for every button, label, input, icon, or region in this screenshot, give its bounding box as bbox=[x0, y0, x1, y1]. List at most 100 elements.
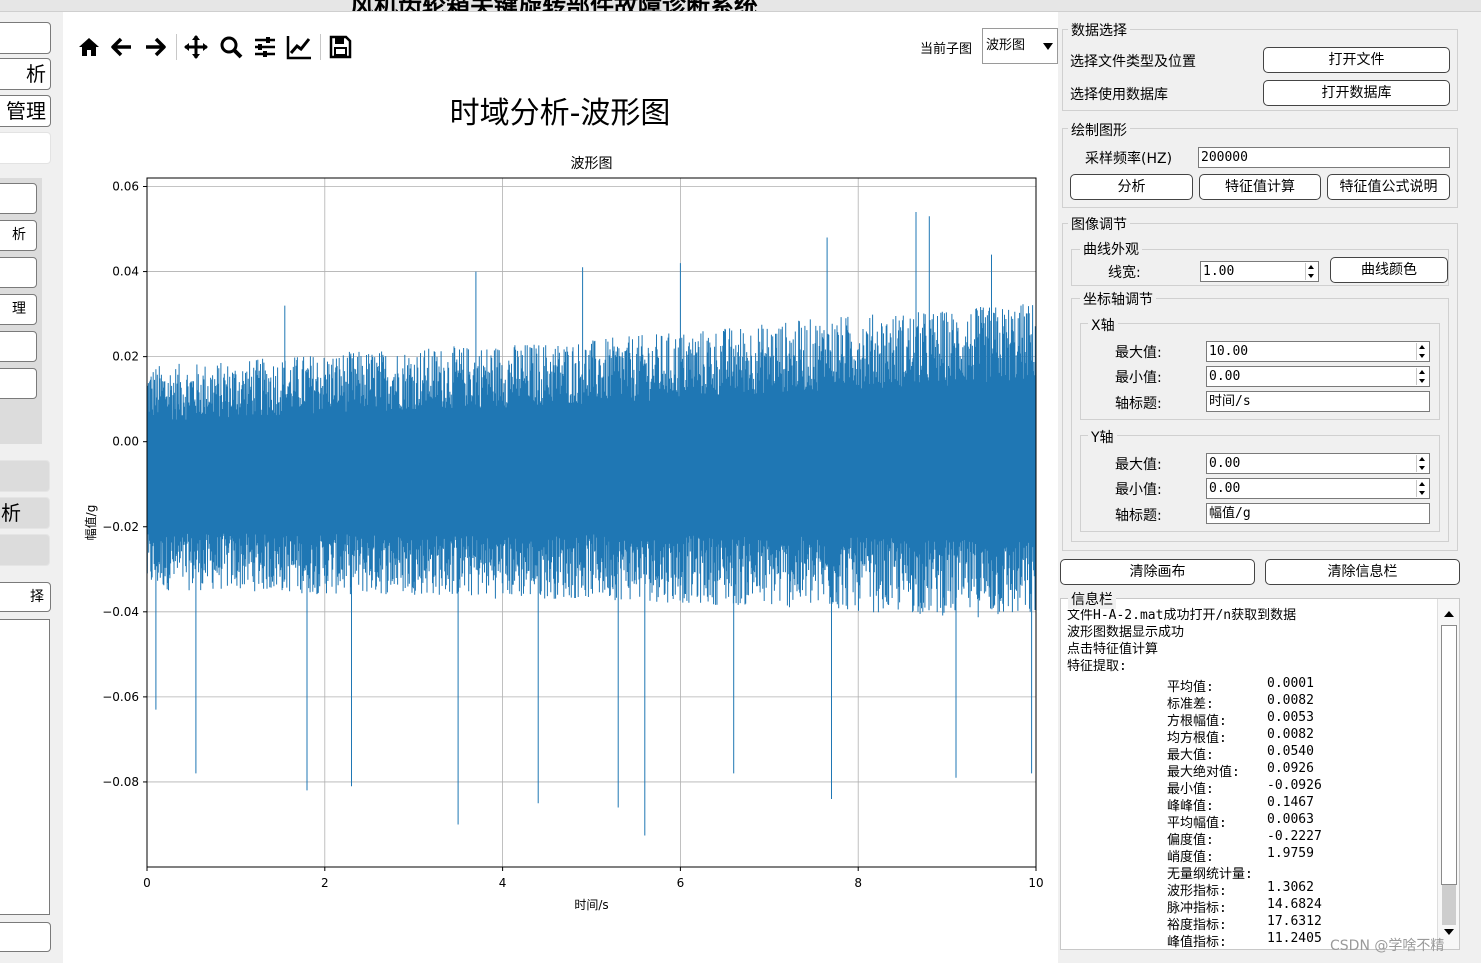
subnav-button-6[interactable] bbox=[0, 368, 37, 399]
home-icon[interactable] bbox=[76, 34, 102, 60]
feature-value: 0.0082 bbox=[1267, 693, 1314, 708]
axis-adjust-title: 坐标轴调节 bbox=[1080, 289, 1156, 309]
y-min-label: 最小值: bbox=[1115, 482, 1162, 498]
spin-arrows-icon[interactable] bbox=[1416, 455, 1428, 472]
x-axis-name-input[interactable]: 时间/s bbox=[1206, 391, 1430, 412]
line-width-value: 1.00 bbox=[1203, 264, 1235, 279]
feature-value: -0.2227 bbox=[1267, 829, 1322, 844]
scroll-down-icon[interactable] bbox=[1444, 929, 1454, 935]
nav-bottom-button[interactable] bbox=[0, 922, 51, 952]
chevron-down-icon bbox=[1043, 43, 1053, 50]
info-line: 文件H-A-2.mat成功打开/n获取到数据 bbox=[1067, 608, 1297, 623]
feature-value: 0.0063 bbox=[1267, 812, 1314, 827]
analyze-button[interactable]: 分析 bbox=[1070, 174, 1193, 200]
feature-value: 0.0540 bbox=[1267, 744, 1314, 759]
data-select-title: 数据选择 bbox=[1068, 20, 1130, 40]
current-subplot-label: 当前子图 bbox=[920, 42, 973, 57]
x-axis-group-title: X轴 bbox=[1088, 315, 1118, 335]
configure-subplots-icon[interactable] bbox=[252, 34, 278, 60]
nav-select-button[interactable]: 择 bbox=[0, 582, 51, 612]
spin-arrows-icon[interactable] bbox=[1416, 480, 1428, 497]
chart-title: 波形图 bbox=[571, 156, 613, 172]
feature-name: 峰值指标: bbox=[1167, 935, 1227, 950]
current-subplot-value: 波形图 bbox=[986, 38, 1026, 53]
feature-value: 11.2405 bbox=[1267, 931, 1322, 946]
pan-move-icon[interactable] bbox=[183, 34, 209, 60]
feature-calc-button[interactable]: 特征值计算 bbox=[1199, 174, 1321, 200]
image-adjust-title: 图像调节 bbox=[1068, 214, 1130, 234]
spin-arrows-icon[interactable] bbox=[1305, 263, 1317, 280]
waveform-chart: 0 2 4 6 8 10 0.06 0.04 0.02 0.00 −0.02 −0.04 −0.06 −0… bbox=[83, 156, 1044, 912]
info-panel-title: 信息栏 bbox=[1068, 589, 1116, 609]
subnav-button-management[interactable]: 理 bbox=[0, 294, 37, 325]
sample-rate-label: 采样频率(HZ) bbox=[1085, 151, 1173, 167]
sample-rate-input[interactable]: 200000 bbox=[1198, 147, 1450, 168]
scroll-up-icon[interactable] bbox=[1444, 611, 1454, 617]
y-min-value: 0.00 bbox=[1209, 481, 1241, 496]
spin-arrows-icon[interactable] bbox=[1416, 343, 1428, 360]
feature-value: 0.0082 bbox=[1267, 727, 1314, 742]
clear-canvas-button[interactable]: 清除画布 bbox=[1060, 559, 1255, 585]
subnav-button-3[interactable] bbox=[0, 257, 37, 288]
x-max-spinbox[interactable]: 10.00 bbox=[1206, 341, 1430, 362]
x-max-label: 最大值: bbox=[1115, 345, 1162, 361]
back-arrow-icon[interactable] bbox=[109, 34, 135, 60]
nav-button-4[interactable] bbox=[0, 132, 51, 164]
curve-appearance-title: 曲线外观 bbox=[1080, 239, 1142, 259]
toolbar-separator bbox=[320, 34, 321, 60]
subnav-button-1[interactable] bbox=[0, 183, 37, 214]
x-min-spinbox[interactable]: 0.00 bbox=[1206, 366, 1430, 387]
scroll-thumb[interactable] bbox=[1442, 885, 1456, 925]
y-axis-name-label: 轴标题: bbox=[1115, 508, 1162, 524]
draw-title: 绘制图形 bbox=[1068, 120, 1130, 140]
feature-value: 1.3062 bbox=[1267, 880, 1314, 895]
x-tick-label: 8 bbox=[854, 876, 862, 890]
window-title-bar: 风机齿轮箱关键旋转部件故障诊断系统 bbox=[0, 0, 1481, 12]
nav-button-analysis[interactable]: 析 bbox=[0, 58, 51, 90]
subnav-button-5[interactable] bbox=[0, 331, 37, 362]
y-max-label: 最大值: bbox=[1115, 457, 1162, 473]
database-label: 选择使用数据库 bbox=[1070, 87, 1168, 103]
spin-arrows-icon[interactable] bbox=[1416, 368, 1428, 385]
x-tick-label: 2 bbox=[321, 876, 329, 890]
info-scrollbar[interactable] bbox=[1437, 599, 1459, 949]
nav-gray-button-3[interactable] bbox=[0, 534, 50, 566]
nav-button-1[interactable] bbox=[0, 22, 51, 54]
info-panel[interactable]: 文件H-A-2.mat成功打开/n获取到数据 波形图数据显示成功 点击特征值计算… bbox=[1060, 598, 1460, 950]
x-tick-label: 4 bbox=[499, 876, 507, 890]
figure-suptitle: 时域分析-波形图 bbox=[449, 96, 671, 131]
info-line: 点击特征值计算 bbox=[1067, 642, 1159, 657]
line-width-label: 线宽: bbox=[1108, 265, 1141, 281]
y-tick-label: −0.08 bbox=[102, 775, 139, 789]
line-width-spinbox[interactable]: 1.00 bbox=[1200, 261, 1319, 282]
y-axis-group-title: Y轴 bbox=[1088, 427, 1117, 447]
nav-gray-button-analysis[interactable]: 析 bbox=[0, 497, 50, 529]
subnav-button-analysis[interactable]: 析 bbox=[0, 220, 37, 251]
curve-color-button[interactable]: 曲线颜色 bbox=[1330, 257, 1448, 283]
zoom-magnifier-icon[interactable] bbox=[218, 34, 244, 60]
open-file-button[interactable]: 打开文件 bbox=[1263, 47, 1450, 73]
edit-axes-icon[interactable] bbox=[286, 34, 312, 60]
current-subplot-select[interactable]: 波形图 bbox=[982, 28, 1058, 64]
y-max-spinbox[interactable]: 0.00 bbox=[1206, 453, 1430, 474]
open-database-button[interactable]: 打开数据库 bbox=[1263, 80, 1450, 106]
file-type-label: 选择文件类型及位置 bbox=[1070, 54, 1196, 70]
nav-gray-button-1[interactable] bbox=[0, 460, 50, 492]
y-tick-label: −0.06 bbox=[102, 690, 139, 704]
scroll-track[interactable] bbox=[1441, 625, 1457, 885]
y-tick-label: −0.04 bbox=[102, 605, 139, 619]
clear-info-button[interactable]: 清除信息栏 bbox=[1265, 559, 1460, 585]
y-axis-name-input[interactable]: 幅值/g bbox=[1206, 503, 1430, 524]
formula-explain-button[interactable]: 特征值公式说明 bbox=[1327, 174, 1450, 200]
feature-value: 0.0001 bbox=[1267, 676, 1314, 691]
forward-arrow-icon[interactable] bbox=[142, 34, 168, 60]
nav-button-management[interactable]: 管理 bbox=[0, 95, 51, 127]
save-figure-icon[interactable] bbox=[327, 34, 353, 60]
y-tick-label: 0.00 bbox=[112, 435, 139, 449]
feature-value: 14.6824 bbox=[1267, 897, 1322, 912]
y-min-spinbox[interactable]: 0.00 bbox=[1206, 478, 1430, 499]
watermark: CSDN @学啥不精 bbox=[1330, 938, 1445, 954]
feature-value: 0.0053 bbox=[1267, 710, 1314, 725]
feature-value: 0.1467 bbox=[1267, 795, 1314, 810]
left-list-box[interactable] bbox=[0, 619, 50, 915]
